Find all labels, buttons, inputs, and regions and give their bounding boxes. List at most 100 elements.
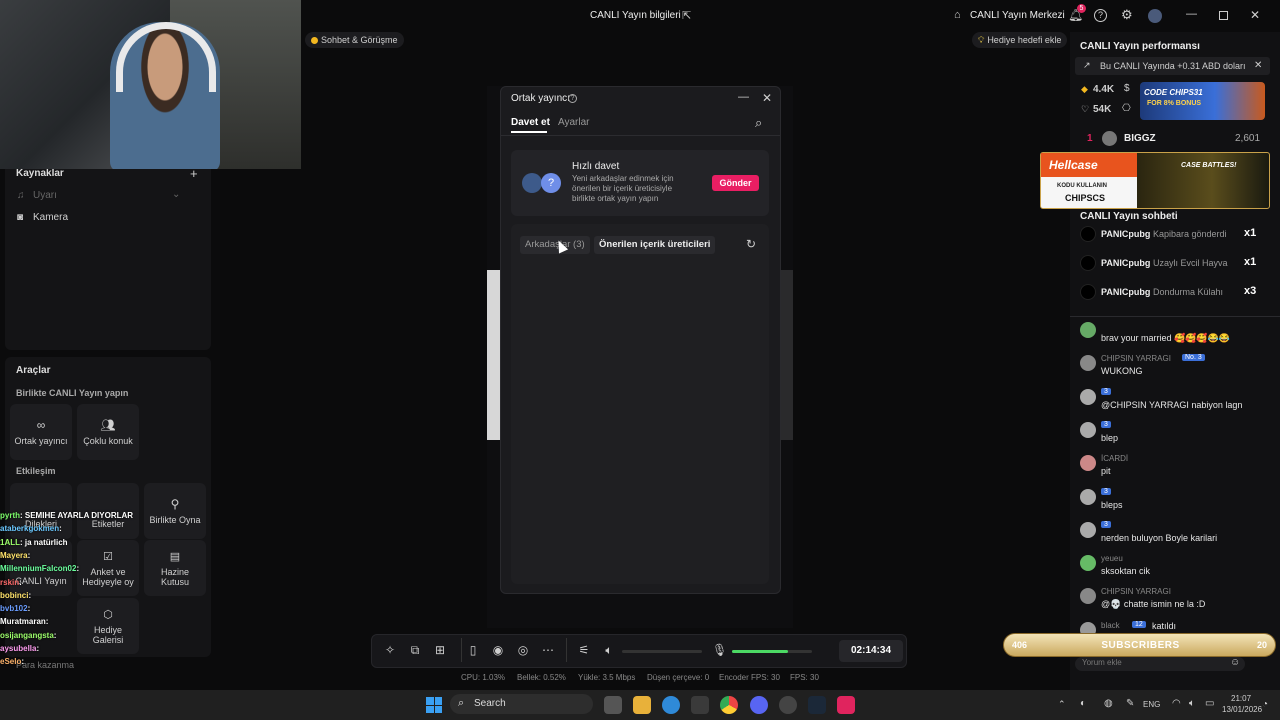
avatar[interactable] [1080,255,1096,271]
chevron-up-icon[interactable]: ⌃ [1058,699,1066,710]
magic-wand-icon[interactable]: ✧ [383,643,397,657]
overlay-chat-line: ataberkgokmen: [0,524,62,533]
overlay-chat-msg: : [36,644,40,653]
tools-title: Araçlar [16,365,51,376]
chat-call-tag[interactable]: Sohbet & Görüşme [305,32,404,48]
chat-message: katıldı [1152,620,1177,631]
quick-invite-desc: Yeni arkadaşlar edinmek için önerilen bi… [572,174,674,203]
chat-user[interactable]: İCARDİ [1101,454,1128,463]
discord-tray-icon[interactable]: ◐ [1080,698,1086,709]
emoji-icon[interactable]: ☺ [1230,657,1240,668]
layout-icon[interactable]: ⊞ [433,643,447,657]
taskbar-search[interactable]: ⌕ Search [450,694,593,714]
avatar[interactable] [1080,421,1096,438]
overlay-chat-user: bobinci [0,590,29,600]
maximize-icon[interactable] [1219,11,1228,20]
suggested-pill[interactable]: Önerilen içerik üreticileri [594,236,716,254]
close-icon[interactable]: ✕ [762,91,772,105]
wifi-icon[interactable]: ◠ [1172,698,1181,709]
windows-start-icon[interactable] [426,697,442,713]
gift-user[interactable]: PANICpubg [1101,287,1150,297]
chat-user[interactable]: yeueu [1101,554,1123,563]
gear-icon[interactable]: ⚙ [1121,7,1133,23]
comment-input[interactable]: Yorum ekle [1075,657,1245,671]
sliders-icon[interactable]: ⚟ [577,643,591,657]
close-icon[interactable]: ✕ [1250,8,1260,22]
broadcast-icon[interactable]: ◎ [516,643,530,657]
avatar[interactable] [1080,284,1096,300]
avatar[interactable] [1080,322,1096,338]
overlay-chat-user: osijangangsta [0,630,54,640]
play-together-tile[interactable]: ⚲ Birlikte Oyna [144,483,206,539]
help-icon[interactable]: ? [568,94,577,103]
avatar[interactable] [1080,388,1096,405]
notification-center-icon[interactable]: ◔ [1262,699,1268,710]
avatar[interactable] [1080,521,1096,538]
hellcase-ad[interactable]: Hellcase KODU KULLANIN CHIPSCS CASE BATT… [1040,152,1270,209]
clock-time[interactable]: 21:07 [1231,694,1251,703]
discord-icon[interactable] [750,696,768,714]
gift-user[interactable]: PANICpubg [1101,229,1150,239]
live-center-button[interactable]: CANLI Yayın Merkezi [970,10,1065,21]
search-icon[interactable]: ⌕ [755,115,762,131]
avatar[interactable] [1080,555,1096,572]
send-button[interactable]: Gönder [712,175,759,191]
search-label: Search [474,698,506,709]
avatar[interactable] [1148,9,1162,23]
pen-icon[interactable]: ✎ [1126,698,1134,709]
box-icon: ▤ [169,550,181,563]
record-icon[interactable]: ◉ [491,643,505,657]
phone-icon[interactable]: ▯ [466,643,480,657]
poll-tile[interactable]: ☑ Anket ve Hediyeyle oy [77,540,139,596]
volume-slider[interactable] [622,650,702,653]
top-user[interactable]: BIGGZ [1124,133,1156,144]
source-camera[interactable]: Kamera [33,212,68,223]
effects-icon[interactable]: ⧉ [408,643,422,657]
chat-message: bleps [1101,499,1123,510]
file-explorer-icon[interactable] [633,696,651,714]
gift-goal-button[interactable]: 💡︎ Hediye hedefi ekle [972,32,1068,48]
treasure-tile[interactable]: ▤ Hazine Kutusu [144,540,206,596]
chat-user[interactable]: black [1101,621,1120,630]
help-icon[interactable]: ? [1094,9,1107,22]
chat-user[interactable]: CHIPSIN YARRAGI [1101,587,1171,596]
close-icon[interactable]: ✕ [1254,60,1262,71]
battery-icon[interactable]: ▭ [1205,698,1214,709]
chat-message: @CHIPSIN YARRAGI nabiyon lagn [1101,399,1243,410]
globe-icon [522,173,542,193]
cohost-tile[interactable]: ∞ Ortak yayıncı [10,404,72,460]
mic-icon[interactable]: 🎙︎ [712,643,727,657]
edge-icon[interactable] [662,696,680,714]
stream-info-title[interactable]: CANLI Yayın bilgileri [590,10,681,21]
task-view-icon[interactable] [604,696,622,714]
steam-tray-icon[interactable]: ◍ [1104,698,1113,709]
more-icon[interactable]: ⋯ [541,643,555,657]
tab-invite[interactable]: Davet et [511,117,550,128]
chrome-icon[interactable] [720,696,738,714]
minimize-icon[interactable]: — [738,91,749,103]
fps-stat: FPS: 30 [790,673,819,682]
tab-settings[interactable]: Ayarlar [558,117,590,128]
tiktok-live-icon[interactable] [837,696,855,714]
steam-icon[interactable] [808,696,826,714]
source-alert[interactable]: Uyarı [33,190,57,201]
gift-count: x3 [1244,285,1257,297]
mic-slider[interactable] [732,650,812,653]
volume-icon[interactable]: 🔈︎ [1189,698,1195,709]
gallery-tile[interactable]: ⬡ Hediye Galerisi [77,598,139,654]
refresh-icon[interactable]: ↻ [746,237,756,251]
avatar[interactable] [1080,488,1096,505]
language-indicator[interactable]: ENG [1143,700,1160,709]
avatar[interactable] [1080,226,1096,242]
chat-user[interactable]: CHIPSIN YARRAGI [1101,354,1171,363]
app-icon[interactable] [779,696,797,714]
gift-user[interactable]: PANICpubg [1101,258,1150,268]
multi-guest-tile[interactable]: 👥︎ Çoklu konuk [77,404,139,460]
speaker-icon[interactable]: 🔈︎ [602,643,616,657]
sponsor-ad-code[interactable]: CODE CHIPS31 FOR 8% BONUS [1140,82,1265,120]
chevron-down-icon[interactable]: ⌄ [172,189,180,200]
minimize-icon[interactable]: — [1186,8,1197,20]
share-icon[interactable]: ⇱ [682,9,691,22]
app-icon[interactable] [691,696,709,714]
clock-date[interactable]: 13/01/2026 [1222,705,1262,714]
